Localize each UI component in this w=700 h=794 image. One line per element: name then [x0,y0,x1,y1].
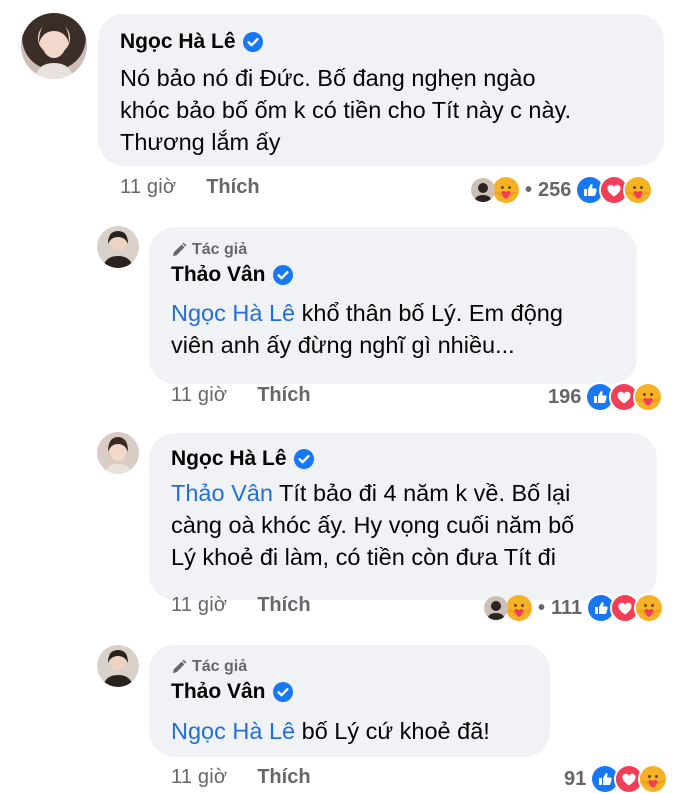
author-tag: Tác giả [171,658,293,676]
author-name[interactable]: Thảo Vân [171,263,266,287]
comment-text-line: Lý khoẻ đi làm, có tiền còn đưa Tít đi [171,544,556,570]
comment-meta: 11 giờ Thích [120,176,260,199]
comment-bubble: Tác giả Thảo Vân Ngọc Hà Lê khổ thân bố … [149,227,637,384]
reaction-icons [581,382,664,412]
author-name[interactable]: Ngọc Hà Lê [120,30,236,54]
author-row: Thảo Vân [171,680,293,704]
care-reaction-icon [634,593,665,623]
comment-text-line: càng oà khóc ấy. Hy vọng cuối năm bố [171,512,575,538]
comment-text: Ngọc Hà Lê khổ thân bố Lý. Em động viên … [171,297,631,361]
comment-text-line: Ngọc Hà Lê bố Lý cứ khoẻ đã! [171,715,551,747]
comment-text-line: viên anh ấy đừng nghĩ gì nhiều... [171,332,515,358]
avatar[interactable] [97,432,139,474]
pencil-icon [171,242,187,258]
author-name[interactable]: Ngọc Hà Lê [171,447,287,471]
author-tag: Tác giả [171,241,293,259]
author-tag-label: Tác giả [192,241,248,258]
comment-2: Tác giả Thảo Vân Ngọc Hà Lê khổ thân bố … [0,210,700,420]
comment-text-line: khóc bảo bố ốm k có tiền cho Tít này c n… [120,97,572,123]
comment-text-line: Nó bảo nó đi Đức. Bố đang nghẹn ngào [120,65,536,91]
reaction-count: 91 [564,767,587,790]
mention-link[interactable]: Ngọc Hà Lê [171,300,295,326]
reaction-summary[interactable]: 196 [548,382,664,412]
mention-link[interactable]: Ngọc Hà Lê [171,718,295,744]
care-reaction-icon [493,177,519,203]
comment-4: Tác giả Thảo Vân Ngọc Hà Lê bố Lý cứ kho… [0,635,700,794]
timestamp[interactable]: 11 giờ [171,766,227,789]
replier-avatar [471,178,495,202]
reaction-count: 196 [548,385,582,408]
dot-separator: • [538,596,546,619]
comment-bubble: Ngọc Hà Lê Nó bảo nó đi Đức. Bố đang ngh… [98,14,664,166]
comment-text: Nó bảo nó đi Đức. Bố đang nghẹn ngào khó… [120,62,660,158]
like-button[interactable]: Thích [257,766,310,789]
comment-text: Ngọc Hà Lê bố Lý cứ khoẻ đã! [171,715,551,747]
reaction-count: 111 [551,596,583,619]
comment-text-segment: Tít bảo đi 4 năm k về. Bố lại [272,480,571,506]
reaction-icons [586,764,669,794]
comment-meta: 11 giờ Thích [171,594,311,617]
comment-text-segment: bố Lý cứ khoẻ đã! [295,718,490,744]
verified-badge-icon [273,682,293,702]
timestamp[interactable]: 11 giờ [120,176,176,199]
comment-3: Ngọc Hà Lê Thảo Vân Tít bảo đi 4 năm k v… [0,420,700,635]
care-reaction-icon [633,382,664,412]
avatar[interactable] [21,13,87,79]
comment-text: Thảo Vân Tít bảo đi 4 năm k về. Bố lại c… [171,477,655,573]
timestamp[interactable]: 11 giờ [171,384,227,407]
comment-1: Ngọc Hà Lê Nó bảo nó đi Đức. Bố đang ngh… [0,0,700,210]
author-name[interactable]: Thảo Vân [171,680,266,704]
comment-meta: 11 giờ Thích [171,766,311,789]
comment-text-line: Thảo Vân Tít bảo đi 4 năm k về. Bố lại [171,477,655,509]
verified-badge-icon [294,449,314,469]
reaction-summary[interactable]: 91 [564,764,669,794]
reaction-icons [582,593,665,623]
reaction-count: 256 [538,178,572,201]
avatar[interactable] [97,226,139,268]
author-row: Thảo Vân [171,263,293,287]
care-reaction-icon [638,764,669,794]
care-reaction-icon [623,175,654,205]
verified-badge-icon [243,32,263,52]
author-row: Ngọc Hà Lê [120,30,263,54]
reaction-summary[interactable]: • 111 [484,593,665,623]
comment-text-segment: khổ thân bố Lý. Em động [295,300,563,326]
comment-meta: 11 giờ Thích [171,384,311,407]
author-tag-label: Tác giả [192,658,248,675]
comment-bubble: Ngọc Hà Lê Thảo Vân Tít bảo đi 4 năm k v… [149,433,657,600]
timestamp[interactable]: 11 giờ [171,594,227,617]
reaction-icons [571,175,654,205]
mention-link[interactable]: Thảo Vân [171,480,273,506]
author-row: Ngọc Hà Lê [171,447,314,471]
verified-badge-icon [273,265,293,285]
like-button[interactable]: Thích [206,176,259,199]
reaction-summary[interactable]: • 256 [471,175,654,205]
comment-bubble: Tác giả Thảo Vân Ngọc Hà Lê bố Lý cứ kho… [149,645,550,757]
replier-avatar [484,596,508,620]
dot-separator: • [525,178,533,201]
care-reaction-icon [506,595,532,621]
avatar[interactable] [97,645,139,687]
like-button[interactable]: Thích [257,594,310,617]
pencil-icon [171,659,187,675]
comment-text-line: Thương lắm ấy [120,129,281,155]
like-button[interactable]: Thích [257,384,310,407]
comment-text-line: Ngọc Hà Lê khổ thân bố Lý. Em động [171,297,631,329]
